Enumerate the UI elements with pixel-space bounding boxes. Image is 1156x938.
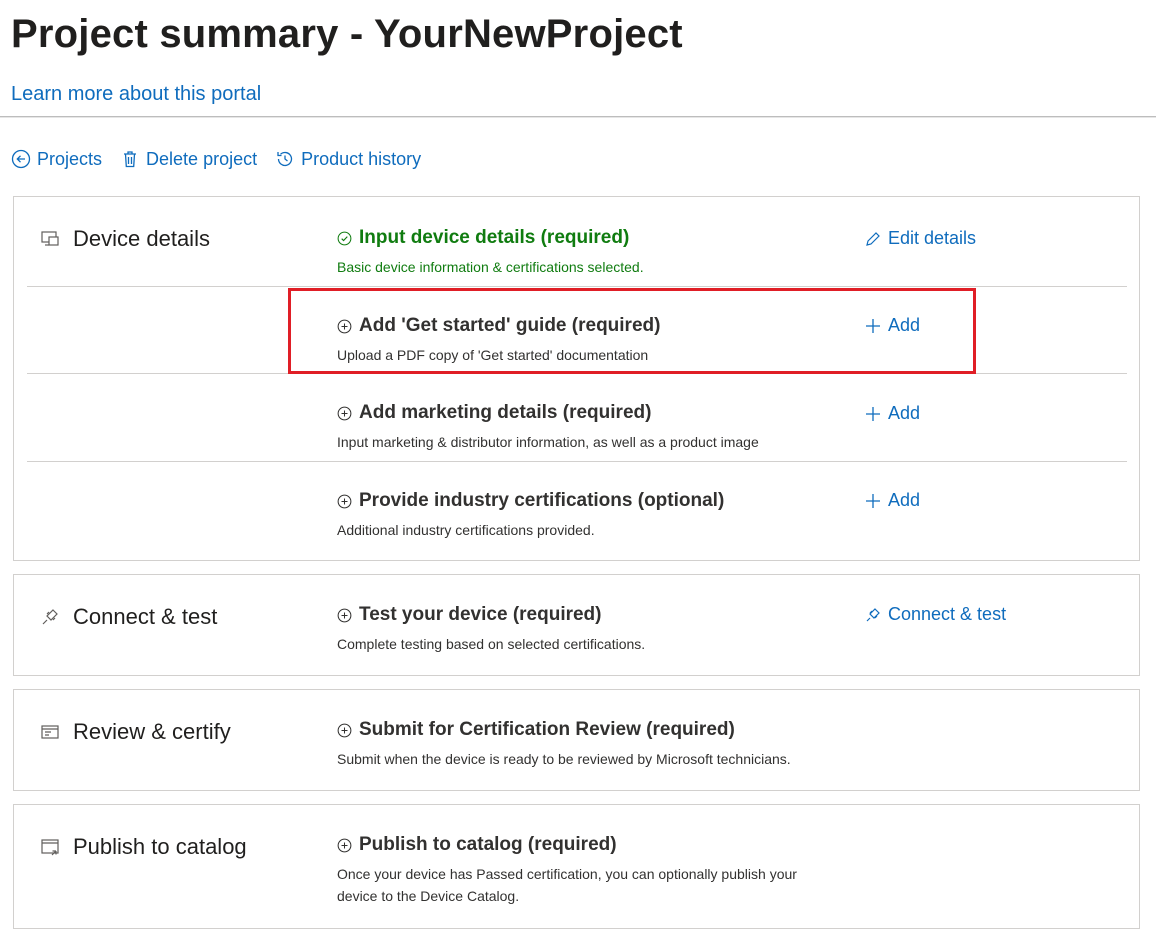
plus-circle-icon <box>337 406 352 420</box>
row-divider <box>27 461 1127 462</box>
plug-icon <box>866 607 880 621</box>
plus-circle-icon <box>337 838 352 852</box>
connect-test-label: Connect & test <box>888 604 1007 624</box>
task-description: Upload a PDF copy of 'Get started' docum… <box>337 347 649 363</box>
check-circle-icon <box>337 231 352 245</box>
add-certifications-button[interactable]: Add <box>864 490 920 511</box>
task-description: Once your device has Passed certificatio… <box>337 866 797 904</box>
learn-more-link[interactable]: Learn more about this portal <box>11 83 261 106</box>
product-history-button[interactable]: Product history <box>275 149 421 170</box>
device-details-header: Device details <box>39 226 210 252</box>
task-get-started-guide: Add 'Get started' guide (required) Uploa… <box>337 315 837 366</box>
edit-details-label: Edit details <box>888 228 977 248</box>
device-details-title: Device details <box>73 226 210 251</box>
plus-icon <box>866 318 880 333</box>
projects-button[interactable]: Projects <box>11 149 102 170</box>
projects-label: Projects <box>37 148 103 169</box>
plus-circle-icon <box>337 723 352 737</box>
task-publish-catalog: Publish to catalog (required) Once your … <box>337 834 837 907</box>
publish-icon <box>41 839 59 856</box>
review-certify-title: Review & certify <box>73 719 231 744</box>
back-circle-icon <box>11 149 31 169</box>
device-icon <box>41 231 59 246</box>
product-history-label: Product history <box>301 148 422 169</box>
task-input-device-details: Input device details (required) Basic de… <box>337 227 837 278</box>
add-get-started-button[interactable]: Add <box>864 315 920 336</box>
review-certify-header: Review & certify <box>39 719 231 745</box>
delete-project-button[interactable]: Delete project <box>120 149 257 170</box>
plus-circle-icon <box>337 608 352 622</box>
task-title: Publish to catalog (required) <box>359 834 617 855</box>
connect-test-header: Connect & test <box>39 604 217 630</box>
task-test-device: Test your device (required) Complete tes… <box>337 604 837 655</box>
delete-project-label: Delete project <box>146 148 258 169</box>
task-description: Submit when the device is ready to be re… <box>337 751 791 767</box>
task-title: Input device details (required) <box>359 227 630 248</box>
history-icon <box>277 151 293 167</box>
task-description: Complete testing based on selected certi… <box>337 636 646 652</box>
command-bar: Projects Delete project Product history <box>11 147 439 171</box>
task-title: Add marketing details (required) <box>359 402 652 423</box>
review-certify-card: Review & certify Submit for Certificatio… <box>13 689 1140 791</box>
plus-icon <box>866 406 880 421</box>
task-title: Provide industry certifications (optiona… <box>359 490 725 511</box>
plus-circle-icon <box>337 494 352 508</box>
connect-test-button[interactable]: Connect & test <box>864 604 1006 625</box>
publish-catalog-card: Publish to catalog Publish to catalog (r… <box>13 804 1140 929</box>
task-title: Test your device (required) <box>359 604 602 625</box>
pencil-icon <box>866 231 880 246</box>
row-divider <box>27 286 1127 287</box>
plus-icon <box>866 493 880 508</box>
add-label: Add <box>888 403 921 423</box>
header-divider <box>0 116 1156 118</box>
plus-circle-icon <box>337 319 352 333</box>
connect-test-card: Connect & test Test your device (require… <box>13 574 1140 676</box>
device-details-card: Device details Input device details (req… <box>13 196 1140 561</box>
task-description: Input marketing & distributor informatio… <box>337 434 759 450</box>
edit-details-button[interactable]: Edit details <box>864 228 976 249</box>
publish-catalog-header: Publish to catalog <box>39 834 247 860</box>
add-label: Add <box>888 490 921 510</box>
add-label: Add <box>888 315 921 335</box>
publish-catalog-title: Publish to catalog <box>73 834 247 859</box>
task-description: Additional industry certifications provi… <box>337 522 595 538</box>
task-title: Add 'Get started' guide (required) <box>359 315 661 336</box>
trash-icon <box>124 151 137 168</box>
connect-test-title: Connect & test <box>73 604 218 629</box>
task-marketing-details: Add marketing details (required) Input m… <box>337 402 837 453</box>
task-industry-certifications: Provide industry certifications (optiona… <box>337 490 837 541</box>
add-marketing-button[interactable]: Add <box>864 403 920 424</box>
plug-icon <box>42 609 58 625</box>
task-title: Submit for Certification Review (require… <box>359 719 735 740</box>
row-divider <box>27 373 1127 374</box>
certificate-icon <box>41 725 59 739</box>
page-title: Project summary - YourNewProject <box>11 12 683 56</box>
task-submit-review: Submit for Certification Review (require… <box>337 719 837 770</box>
task-description: Basic device information & certification… <box>337 259 644 275</box>
